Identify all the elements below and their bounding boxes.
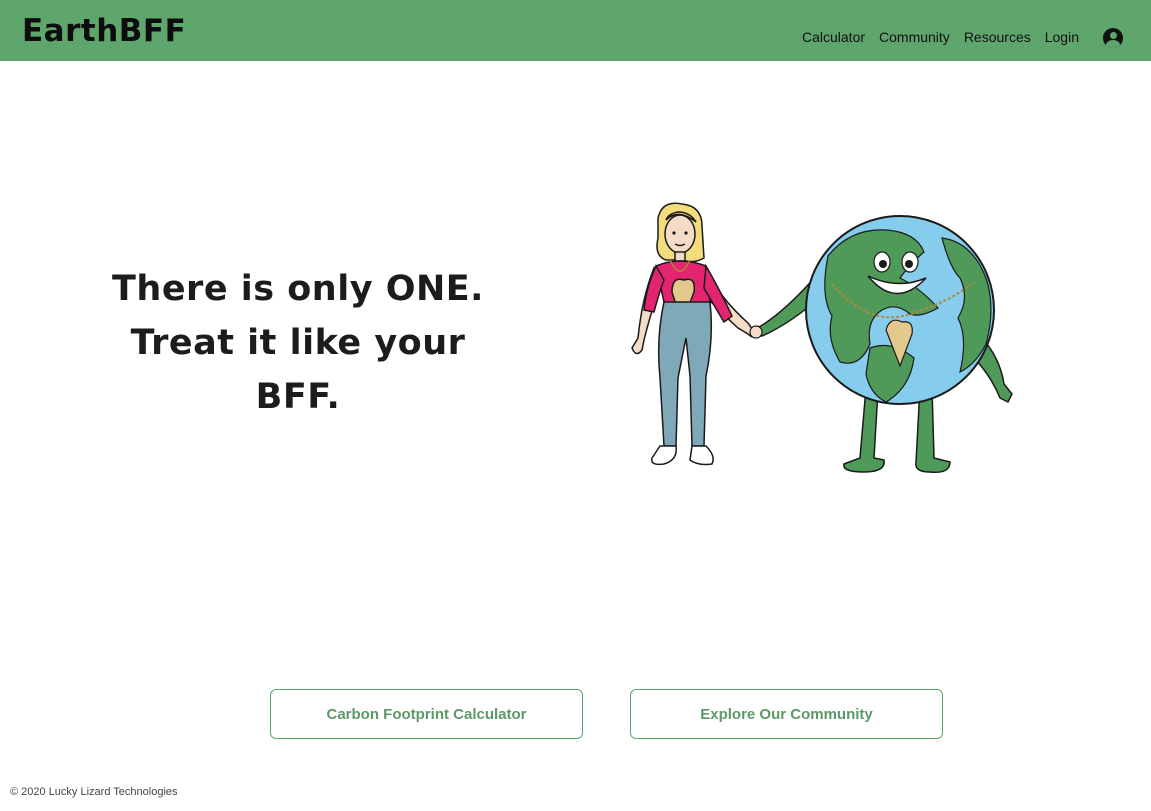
carbon-calculator-button[interactable]: Carbon Footprint Calculator (270, 689, 583, 739)
nav-link-calculator[interactable]: Calculator (802, 17, 865, 45)
tagline-line-1: There is only ONE. (112, 269, 484, 309)
tagline-line-3: BFF. (255, 377, 341, 417)
hero-tagline: There is only ONE. Treat it like your BF… (108, 262, 488, 424)
nav-link-community[interactable]: Community (879, 17, 950, 45)
nav-link-login[interactable]: Login (1045, 17, 1079, 45)
woman-figure (631, 202, 757, 466)
clasped-hands (749, 325, 763, 339)
user-account-icon[interactable] (1103, 27, 1123, 48)
footer-copyright: © 2020 Lucky Lizard Technologies (10, 786, 178, 798)
nav-link-resources[interactable]: Resources (964, 17, 1031, 45)
tagline-line-2: Treat it like your (130, 323, 466, 363)
nav-links: Calculator Community Resources Login (802, 0, 1123, 61)
hero-illustration (631, 202, 1013, 474)
top-navbar: EarthBFF Calculator Community Resources … (0, 0, 1151, 61)
brand-logo[interactable]: EarthBFF (22, 13, 186, 49)
explore-community-button[interactable]: Explore Our Community (630, 689, 943, 739)
earth-globe (805, 215, 995, 405)
